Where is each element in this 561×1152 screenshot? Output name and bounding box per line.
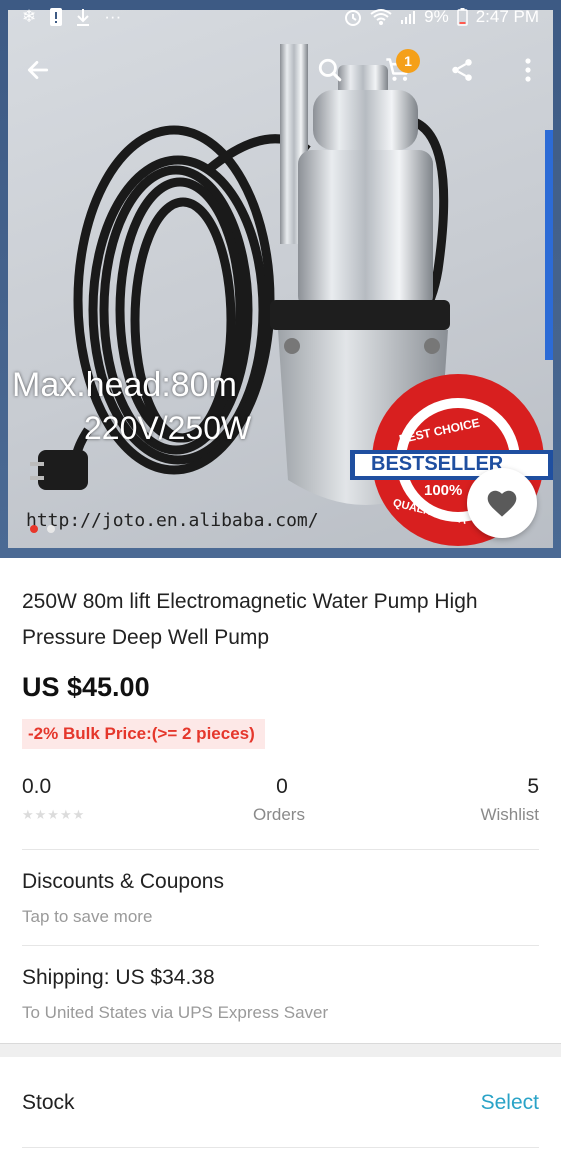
clock: 2:47 PM <box>475 7 539 26</box>
battery-icon <box>456 8 468 26</box>
wishlist-label: Wishlist <box>480 805 539 824</box>
more-vertical-icon <box>525 58 531 82</box>
back-arrow-icon <box>27 61 49 79</box>
bulk-price-tag: -2% Bulk Price:(>= 2 pieces) <box>22 719 265 749</box>
cart-button[interactable]: 1 <box>374 46 422 94</box>
heart-icon <box>487 490 517 517</box>
watermark-url: http://joto.en.alibaba.com/ <box>26 510 319 531</box>
pager-dot-active <box>30 525 38 533</box>
section-separator <box>0 1043 561 1057</box>
discounts-row[interactable]: Discounts & Coupons Tap to save more <box>0 850 561 945</box>
product-stats: 0.0 ★★★★★ 0 Orders 5 Wishlist <box>22 775 539 835</box>
signal-icon <box>401 11 416 24</box>
divider <box>22 1147 539 1148</box>
wishlist-button[interactable] <box>467 468 537 538</box>
status-bar: ❄ ··· 9% 2:47 PM <box>0 0 561 34</box>
stock-select-link[interactable]: Select <box>481 1091 539 1115</box>
overflow-menu-button[interactable] <box>504 46 552 94</box>
sim-alert-icon <box>50 8 63 26</box>
share-icon <box>452 59 472 81</box>
image-pager <box>30 525 55 533</box>
overlay-caption-line1: Max.head:80m <box>12 366 237 404</box>
more-notifications-icon: ··· <box>104 7 122 26</box>
battery-percent: 9% <box>424 7 449 26</box>
download-icon <box>77 9 90 26</box>
shipping-title: Shipping: US $34.38 <box>22 966 215 989</box>
orders-label: Orders <box>253 805 305 824</box>
alarm-icon <box>345 10 362 26</box>
cart-count-badge: 1 <box>396 49 420 73</box>
search-icon <box>318 58 342 82</box>
overlay-caption-line2: 220V/250W <box>84 410 252 446</box>
rating-stars: ★★★★★ <box>22 807 86 822</box>
share-button[interactable] <box>438 46 486 94</box>
discounts-subtitle: Tap to save more <box>22 907 153 926</box>
discounts-title: Discounts & Coupons <box>22 870 224 893</box>
rating-value: 0.0 <box>22 775 52 798</box>
product-title: 250W 80m lift Electromagnetic Water Pump… <box>22 590 478 649</box>
wifi-icon <box>370 9 392 25</box>
snowflake-icon: ❄ <box>22 7 37 26</box>
wishlist-count: 5 <box>527 775 539 798</box>
orders-count: 0 <box>276 775 288 798</box>
shipping-row[interactable]: Shipping: US $34.38 To United States via… <box>0 946 561 1042</box>
image-edge <box>545 130 553 360</box>
pager-dot <box>47 525 55 533</box>
badge-percent: 100% <box>424 482 463 499</box>
back-button[interactable] <box>14 46 62 94</box>
search-button[interactable] <box>306 46 354 94</box>
stock-row[interactable]: Stock Select <box>0 1057 561 1147</box>
stock-label: Stock <box>22 1091 75 1114</box>
product-price: US $45.00 <box>22 672 150 702</box>
shipping-subtitle: To United States via UPS Express Saver <box>22 1003 329 1022</box>
